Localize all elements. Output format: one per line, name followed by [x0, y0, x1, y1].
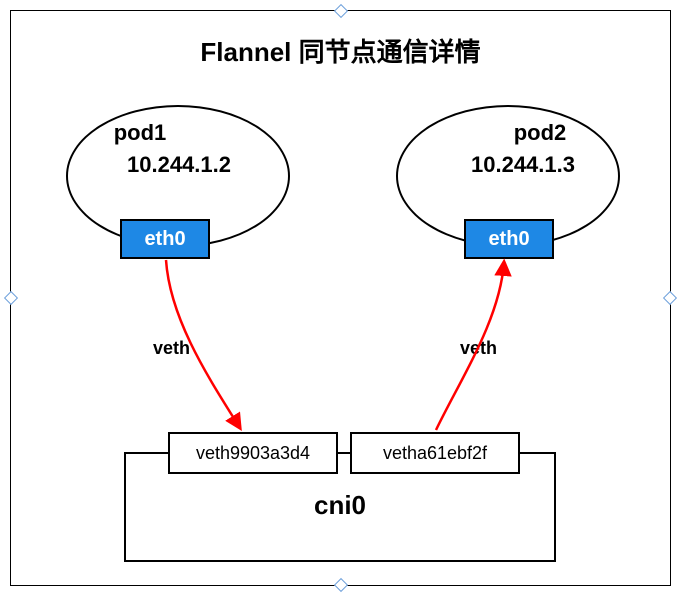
veth-port-left: veth9903a3d4: [168, 432, 338, 474]
veth-port-right: vetha61ebf2f: [350, 432, 520, 474]
veth-label-right: veth: [460, 338, 497, 359]
pod2-eth0-box: eth0: [464, 219, 554, 259]
diagram-title: Flannel 同节点通信详情: [0, 32, 681, 69]
pod1-eth0-box: eth0: [120, 219, 210, 259]
pod2-name: pod2: [500, 118, 580, 149]
pod1-ip: 10.244.1.2: [104, 150, 254, 181]
pod2-ip: 10.244.1.3: [448, 150, 598, 181]
cni0-label: cni0: [124, 490, 556, 521]
pod1-name: pod1: [100, 118, 180, 149]
veth-label-left: veth: [153, 338, 190, 359]
